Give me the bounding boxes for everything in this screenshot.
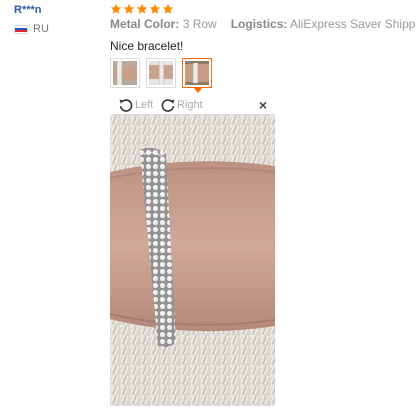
metal-color-label: Metal Color: xyxy=(110,17,180,31)
rotate-right-icon xyxy=(161,99,175,112)
star-icon xyxy=(162,3,174,14)
bracelet-photo-thumbnail-2[interactable] xyxy=(146,58,176,88)
bracelet-thumbnail-graphic xyxy=(185,61,209,85)
rotate-left-label: Left xyxy=(135,99,154,111)
rotate-left-icon xyxy=(119,99,133,112)
star-icon xyxy=(149,3,161,14)
star-icon xyxy=(110,3,122,14)
star-icon xyxy=(123,3,135,14)
rotate-right-label: Right xyxy=(177,99,203,111)
close-viewer-button[interactable]: × xyxy=(259,97,267,113)
bracelet-photo-thumbnail-3[interactable] xyxy=(182,58,212,93)
image-viewer: Left Right × xyxy=(110,96,275,406)
review-thumbnails xyxy=(110,58,212,93)
reviewer-name: R***n xyxy=(14,4,42,16)
thumbnail-image xyxy=(185,61,209,85)
metal-color-value: 3 Row xyxy=(182,17,217,31)
viewer-toolbar: Left Right × xyxy=(110,96,275,114)
country-code: RU xyxy=(33,23,49,35)
star-icon xyxy=(136,3,148,14)
review-text: Nice bracelet! xyxy=(110,39,184,53)
star-rating xyxy=(110,3,174,15)
rotate-left-button[interactable]: Left xyxy=(118,97,153,113)
thumbnail-image xyxy=(149,61,173,85)
review-photo[interactable] xyxy=(110,114,275,406)
logistics-label: Logistics: xyxy=(230,17,288,31)
bracelet-on-wrist-photo xyxy=(110,114,275,406)
reviewer-info: R***n RU xyxy=(14,4,49,35)
reviewer-country: RU xyxy=(14,23,49,35)
review-attributes: Metal Color: 3 Row Logistics: AliExpress … xyxy=(110,17,416,31)
rotate-right-button[interactable]: Right xyxy=(160,97,203,113)
bracelet-photo-thumbnail-1[interactable] xyxy=(110,58,140,88)
thumbnail-image xyxy=(113,61,137,85)
russia-flag-icon xyxy=(14,24,28,34)
bracelet-thumbnail-graphic xyxy=(149,61,173,85)
logistics-value: AliExpress Saver Shipping xyxy=(290,17,416,31)
bracelet-thumbnail-graphic xyxy=(113,61,137,85)
